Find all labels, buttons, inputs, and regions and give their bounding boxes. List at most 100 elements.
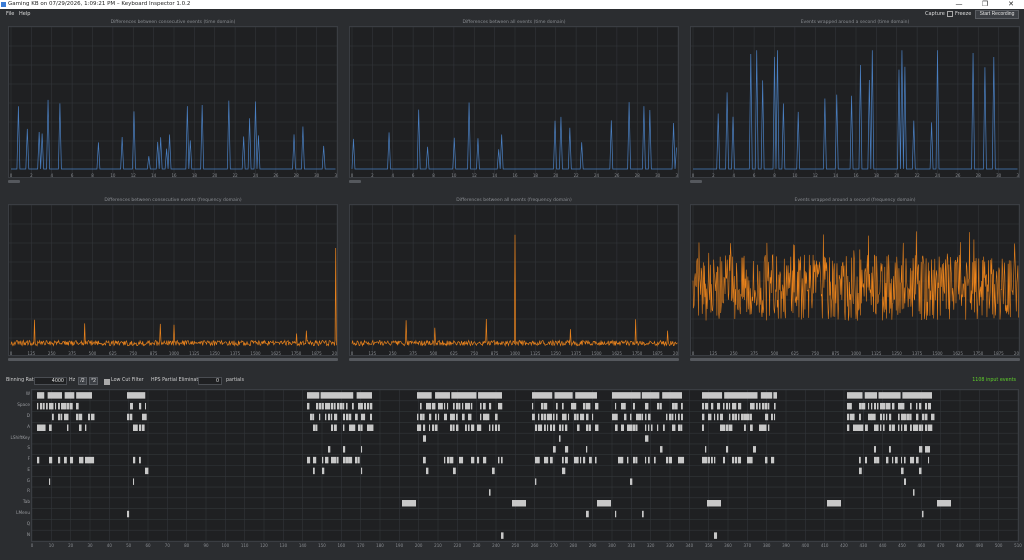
key-press-bar [465,424,467,431]
binning-rate-input[interactable]: 4000 [34,377,67,385]
key-press-bar [925,413,928,421]
key-press-bar [759,424,763,431]
x-tick-label: 4 [50,173,53,178]
key-press-bar [426,467,429,475]
key-press-bar [874,402,877,410]
key-press-bar [597,500,611,507]
x-tick-label: 0 [10,351,13,356]
key-press-bar [901,402,905,410]
key-press-bar [768,424,770,431]
key-press-bar [871,413,875,421]
raster-x-tick: 230 [472,543,481,548]
key-press-bar [595,456,597,464]
chart-scrollbar[interactable] [8,358,338,361]
key-press-bar [901,413,905,421]
key-press-bar [874,424,878,431]
key-press-bar [40,402,43,410]
low-cut-filter-checkbox[interactable] [104,379,110,385]
key-press-bar [136,424,138,431]
key-press-bar [672,424,676,431]
chart-plot-area[interactable]: 0 125 250 375 500 625 750 875 1000 1125 1250 1375 15… [349,204,679,356]
close-button[interactable]: ✕ [1004,0,1018,9]
x-tick-label: 1000 [510,351,521,356]
chart-title: Differences between all events (frequenc… [456,198,572,203]
key-press-bar [642,413,644,421]
x-tick-label: 32 [334,173,338,178]
key-press-bar [901,456,903,464]
key-press-bar [538,456,540,464]
start-recording-button[interactable]: Start Recording [975,10,1019,19]
divide-by-two-button[interactable]: /2 [78,377,87,385]
key-press-bar [878,392,901,399]
x-tick-label: 875 [491,351,499,356]
chart-plot-area[interactable]: 02468101214161820222426283032 [690,26,1020,178]
key-press-bar [615,510,617,518]
key-press-bar [145,467,149,475]
key-event-raster[interactable] [31,389,1019,542]
key-press-bar [902,392,932,399]
chart-plot-area[interactable]: 0 125 250 375 500 625 750 875 1000 1125 1250 1375 15… [8,204,338,356]
chart-scrollbar[interactable] [8,180,20,183]
x-tick-label: 125 [369,351,377,356]
raster-row-label: Space [17,402,30,408]
key-press-bar [913,456,915,464]
menu-bar: File Help [0,9,1024,19]
key-press-bar [553,413,555,421]
series-line [693,50,1018,170]
key-press-bar [417,424,421,431]
hps-partials-input[interactable]: 0 [198,377,222,385]
x-tick-label: 14 [833,173,839,178]
key-press-bar [726,402,729,410]
x-tick-label: 26 [614,173,620,178]
x-tick-label: 500 [89,351,97,356]
menu-file[interactable]: File [6,9,14,19]
key-press-bar [916,424,919,431]
key-press-bar [453,424,455,431]
key-press-bar [627,456,629,464]
key-press-bar [771,456,775,464]
key-press-bar [337,456,339,464]
key-press-bar [859,402,862,410]
x-tick-label: 1375 [912,351,923,356]
raster-scrollbar[interactable] [0,549,1024,560]
minimize-button[interactable]: — [952,0,966,9]
key-press-bar [441,402,443,410]
x-tick-label: 6 [753,173,756,178]
x-tick-label: 0 [692,173,695,178]
freeze-checkbox[interactable] [947,11,953,17]
key-press-bar [322,402,324,410]
key-press-bar [325,413,327,421]
key-press-bar [535,478,537,485]
chart-plot-area[interactable]: 02468101214161820222426283032 [349,26,679,178]
raster-row-label: Q [26,520,30,526]
key-press-bar [355,413,358,421]
x-tick-label: 250 [730,351,738,356]
key-press-bar [313,424,316,431]
key-press-bar [352,402,354,410]
key-press-bar [501,456,503,464]
key-press-bar [744,413,748,421]
key-press-bar [672,402,675,410]
x-tick-label: 24 [594,173,600,178]
chart-scrollbar[interactable] [349,180,361,183]
key-press-bar [498,456,500,464]
menu-help[interactable]: Help [19,9,30,19]
chart-scrollbar[interactable] [690,180,702,183]
key-press-bar [853,413,855,421]
chart-scrollbar[interactable] [690,358,1020,361]
key-press-bar [859,456,861,464]
key-press-bar [451,392,477,399]
key-press-bar [592,413,594,421]
x-tick-label: 22 [915,173,921,178]
chart-scrollbar[interactable] [349,358,679,361]
key-press-bar [453,402,455,410]
key-press-bar [554,392,573,399]
key-press-bar [717,413,719,421]
key-press-bar [562,413,566,421]
chart-plot-area[interactable]: 0 125 250 375 500 625 750 875 1000 1125 1250 1375 15… [690,204,1020,356]
multiply-by-two-button[interactable]: *2 [89,377,98,385]
chart-plot-area[interactable]: 02468101214161820222426283032 [8,26,338,178]
key-press-bar [64,413,68,421]
maximize-button[interactable]: ❐ [978,0,992,9]
raster-x-tick: 10 [48,543,54,548]
